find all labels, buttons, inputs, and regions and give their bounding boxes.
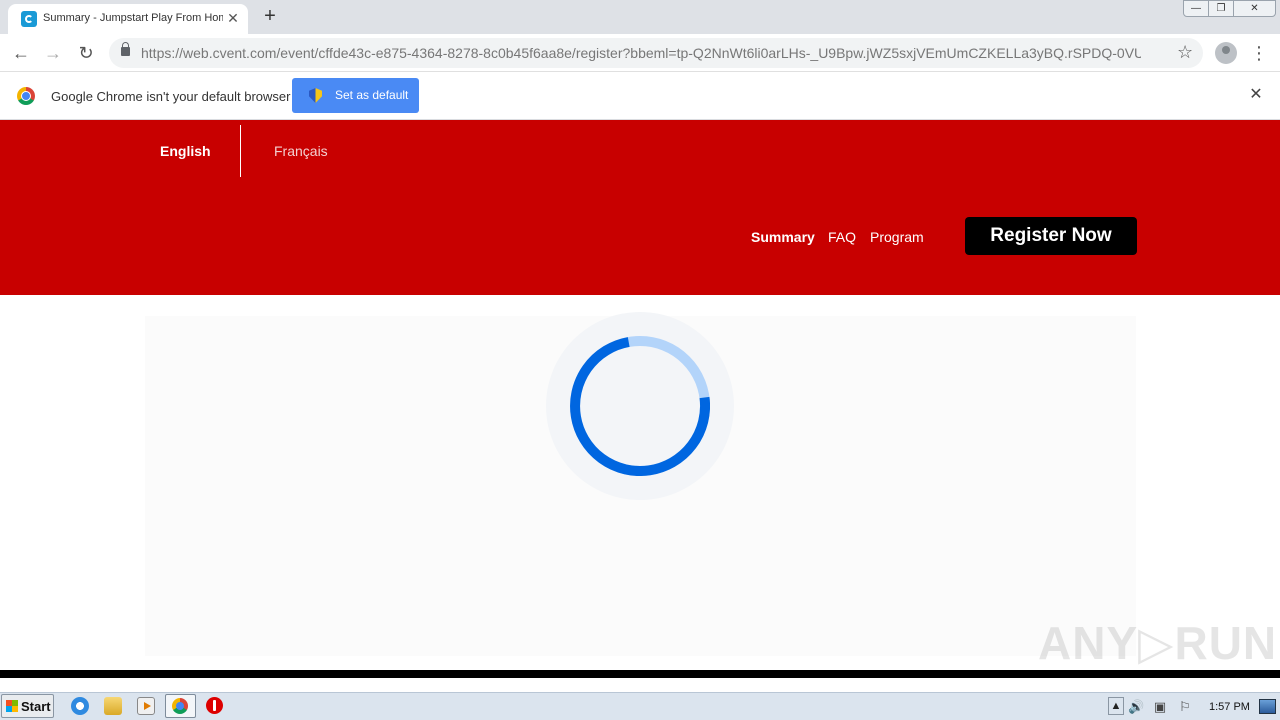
windows-logo-icon	[6, 700, 18, 712]
profile-avatar-icon[interactable]	[1215, 42, 1237, 64]
show-desktop-button[interactable]	[1259, 699, 1276, 714]
tray-expand-icon[interactable]: ▲	[1108, 697, 1124, 715]
language-divider	[240, 125, 241, 177]
address-bar[interactable]: https://web.cvent.com/event/cffde43c-e87…	[109, 38, 1203, 68]
file-explorer-icon[interactable]	[104, 697, 122, 715]
tab-close-icon[interactable]: ✕	[225, 10, 241, 26]
browser-toolbar: ← → ↻ https://web.cvent.com/event/cffde4…	[0, 34, 1280, 72]
taskbar-clock[interactable]: 1:57 PM	[1209, 701, 1250, 713]
chrome-logo-icon	[17, 87, 35, 105]
infobar-close-icon[interactable]: ✕	[1248, 87, 1264, 103]
lock-icon[interactable]	[121, 42, 130, 56]
window-close-button[interactable]: ✕	[1233, 0, 1276, 17]
bookmark-star-icon[interactable]: ☆	[1177, 42, 1193, 63]
loading-spinner-icon	[570, 336, 710, 476]
watermark-text: ANY▷RUN	[1038, 617, 1278, 669]
back-button[interactable]: ←	[10, 42, 32, 64]
browser-tab[interactable]: Summary - Jumpstart Play From Hom ✕	[8, 4, 248, 34]
language-english-link[interactable]: English	[160, 143, 211, 159]
tab-title: Summary - Jumpstart Play From Hom	[43, 12, 223, 24]
cvent-favicon-icon	[21, 11, 37, 27]
language-french-link[interactable]: Français	[274, 143, 328, 159]
action-center-flag-icon[interactable]: ⚐	[1177, 699, 1193, 714]
nav-faq-link[interactable]: FAQ	[828, 229, 856, 245]
window-maximize-button[interactable]: ❐	[1208, 0, 1234, 17]
forward-button[interactable]: →	[42, 42, 64, 64]
browser-menu-button[interactable]: ⋮	[1250, 42, 1268, 64]
register-now-button[interactable]: Register Now	[965, 217, 1137, 255]
url-text[interactable]: https://web.cvent.com/event/cffde43c-e87…	[141, 45, 1141, 61]
internet-explorer-icon[interactable]	[71, 697, 89, 715]
new-tab-button[interactable]: +	[260, 6, 280, 26]
start-button[interactable]: Start	[1, 694, 54, 718]
uac-shield-icon	[309, 88, 322, 103]
anyrun-watermark: ANY▷RUN	[1038, 612, 1276, 669]
infobar-message: Google Chrome isn't your default browser	[51, 89, 291, 104]
window-minimize-button[interactable]: —	[1183, 0, 1209, 17]
reload-button[interactable]: ↻	[75, 42, 97, 64]
set-as-default-button[interactable]: Set as default	[292, 78, 419, 113]
nav-summary-link[interactable]: Summary	[751, 229, 815, 245]
stop-sign-icon[interactable]	[206, 697, 223, 714]
start-label: Start	[21, 699, 51, 714]
nav-program-link[interactable]: Program	[870, 229, 924, 245]
set-as-default-label: Set as default	[335, 88, 409, 102]
chrome-taskbar-icon[interactable]	[172, 698, 188, 714]
media-player-icon[interactable]	[137, 697, 155, 715]
network-icon[interactable]: ▣	[1152, 699, 1168, 714]
speaker-icon[interactable]: 🔊	[1128, 699, 1144, 714]
page-bottom-bar	[0, 670, 1280, 678]
